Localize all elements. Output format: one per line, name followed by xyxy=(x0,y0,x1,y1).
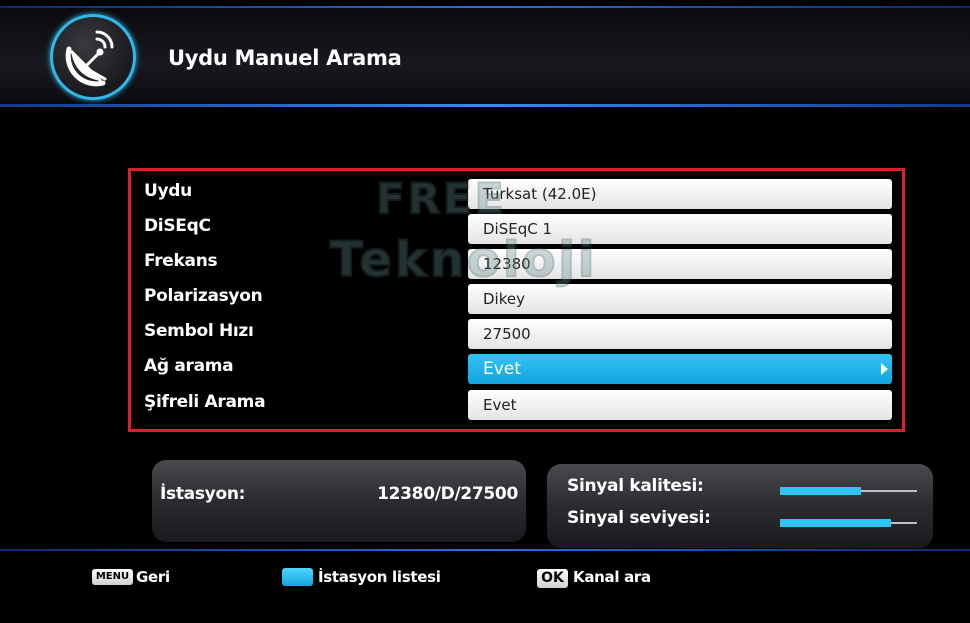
setting-row-sifreli-arama[interactable]: Şifreli Arama Evet xyxy=(131,388,902,420)
ok-key-button[interactable]: OK xyxy=(537,569,568,588)
footer-line xyxy=(0,549,970,551)
setting-row-diseqc[interactable]: DiSEqC DiSEqC 1 xyxy=(131,212,902,244)
setting-label: Polarizasyon xyxy=(144,286,263,306)
signal-quality-label: Sinyal kalitesi: xyxy=(567,476,704,496)
setting-value-field[interactable]: 12380 xyxy=(468,249,892,279)
setting-value-field[interactable]: Evet xyxy=(468,390,892,420)
station-list-label: İstasyon listesi xyxy=(318,568,441,586)
header-top-line xyxy=(0,6,970,8)
signal-info-box: Sinyal kalitesi: Sinyal seviyesi: xyxy=(547,464,933,548)
setting-row-frekans[interactable]: Frekans 12380 xyxy=(131,247,902,279)
arrow-right-icon xyxy=(881,363,888,375)
setting-row-ag-arama[interactable]: Ağ arama Evet xyxy=(131,352,902,384)
setting-label: Sembol Hızı xyxy=(144,321,254,341)
station-value: 12380/D/27500 xyxy=(377,484,518,504)
header-bottom-line xyxy=(0,104,970,107)
setting-value-field[interactable]: Dikey xyxy=(468,284,892,314)
back-label: Geri xyxy=(136,568,170,586)
channel-search-label: Kanal ara xyxy=(573,568,651,586)
signal-quality-bar xyxy=(780,487,917,495)
setting-label: Frekans xyxy=(144,251,218,271)
setting-value-field-selected[interactable]: Evet xyxy=(468,354,892,384)
signal-level-label: Sinyal seviyesi: xyxy=(567,508,711,528)
setting-label: Şifreli Arama xyxy=(144,392,266,412)
signal-level-bar xyxy=(780,519,917,527)
setting-value-field[interactable]: Turksat (42.0E) xyxy=(468,179,892,209)
station-label: İstasyon: xyxy=(160,484,246,504)
header-bar xyxy=(0,8,970,104)
setting-label: Uydu xyxy=(144,181,192,201)
satellite-dish-icon xyxy=(50,14,136,100)
signal-quality-fill xyxy=(780,487,861,495)
setting-row-uydu[interactable]: Uydu Turksat (42.0E) xyxy=(131,177,902,209)
setting-row-polarizasyon[interactable]: Polarizasyon Dikey xyxy=(131,282,902,314)
page-title: Uydu Manuel Arama xyxy=(168,46,402,70)
station-info-box: İstasyon: 12380/D/27500 xyxy=(152,460,526,542)
blue-key-button[interactable] xyxy=(282,568,313,586)
setting-label: Ağ arama xyxy=(144,356,234,376)
setting-row-sembol-hizi[interactable]: Sembol Hızı 27500 xyxy=(131,317,902,349)
setting-value-field[interactable]: DiSEqC 1 xyxy=(468,214,892,244)
manual-search-settings-panel: Uydu Turksat (42.0E) DiSEqC DiSEqC 1 Fre… xyxy=(128,168,905,432)
setting-label: DiSEqC xyxy=(144,216,211,236)
menu-key-button[interactable]: MENU xyxy=(92,569,133,585)
screen: Uydu Manuel Arama Uydu Turksat (42.0E) D… xyxy=(0,0,970,623)
setting-value-field[interactable]: 27500 xyxy=(468,319,892,349)
signal-level-fill xyxy=(780,519,891,527)
setting-value-text: Evet xyxy=(483,359,521,379)
